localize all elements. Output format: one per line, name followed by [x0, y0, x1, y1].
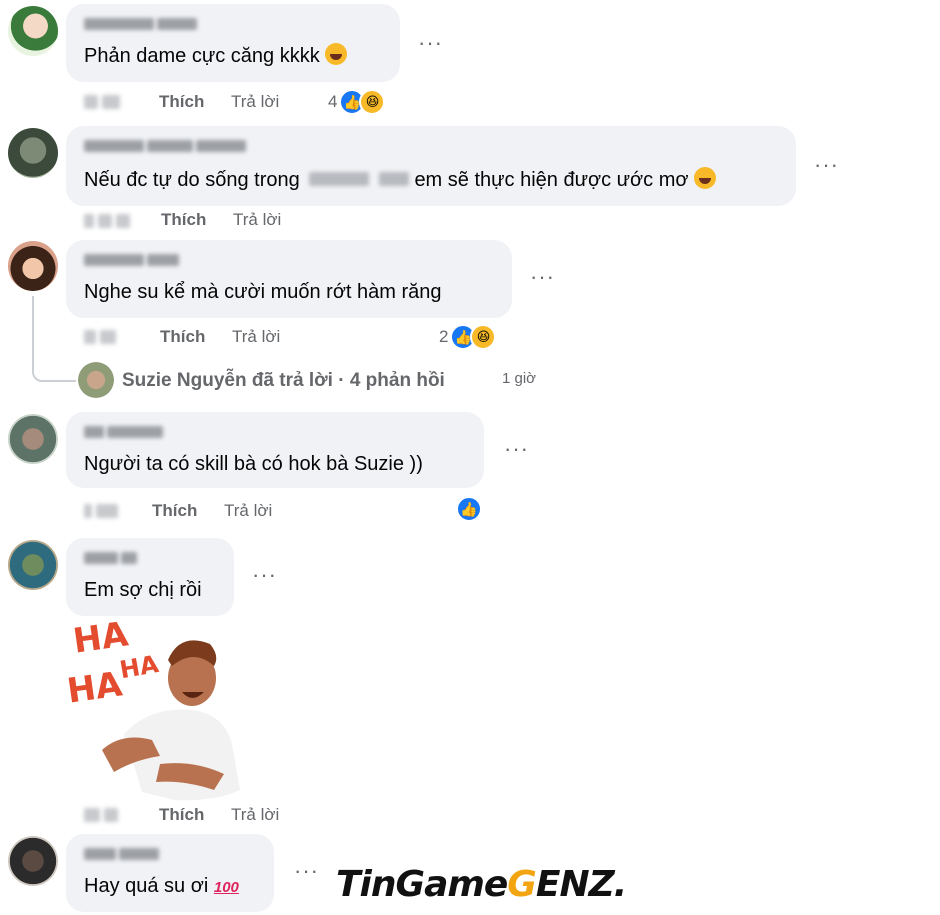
timestamp-blurred[interactable]	[84, 214, 130, 228]
haha-reaction-icon: 😆	[359, 89, 386, 115]
more-options-button[interactable]: ···	[814, 154, 839, 176]
comment-text: Phản dame cực căng kkkk	[84, 45, 320, 67]
commenter-avatar[interactable]	[8, 414, 58, 464]
comment-text-row: Nếu đc tự do sống trong em sẽ thực hiện …	[84, 166, 717, 194]
haha-reaction-icon: 😆	[470, 324, 497, 350]
reaction-summary[interactable]: 👍	[456, 496, 482, 522]
reaction-summary[interactable]: 4 👍 😆	[328, 89, 386, 115]
reply-button[interactable]: Trả lời	[231, 92, 279, 112]
comment-text: Hay quá su ơi	[84, 875, 209, 897]
more-options-button[interactable]: ···	[418, 32, 443, 54]
comment-text-row: Hay quá su ơi 100	[84, 872, 239, 902]
like-button[interactable]: Thích	[152, 501, 197, 521]
commenter-name-blurred[interactable]	[84, 846, 159, 862]
comment-text: Nếu đc tự do sống trong	[84, 169, 300, 191]
like-button[interactable]: Thích	[160, 327, 205, 347]
commenter-name-blurred[interactable]	[84, 550, 137, 566]
laughing-emoji-icon	[325, 43, 348, 65]
comment-text: Em sợ chị rồi	[84, 579, 202, 601]
like-button[interactable]: Thích	[161, 210, 206, 230]
timestamp-blurred[interactable]	[84, 808, 118, 822]
reply-timestamp: 1 giờ	[502, 370, 537, 387]
commenter-avatar[interactable]	[8, 6, 58, 56]
like-button[interactable]: Thích	[159, 805, 204, 825]
reply-button[interactable]: Trả lời	[231, 805, 279, 825]
sticker-ha-text: HA	[65, 664, 125, 711]
more-options-button[interactable]: ···	[252, 564, 277, 586]
comment-bubble: Phản dame cực căng kkkk	[66, 4, 400, 82]
commenter-avatar[interactable]	[8, 836, 58, 886]
reply-author-avatar[interactable]	[78, 362, 114, 398]
timestamp-blurred[interactable]	[84, 504, 118, 518]
comment-bubble: Nghe su kể mà cười muốn rớt hàm răng	[66, 240, 512, 318]
site-watermark-logo: TinGameGENZ.	[336, 864, 627, 905]
comment-text: Người ta có skill bà có hok bà Suzie ))	[84, 453, 423, 475]
haha-sticker[interactable]: HA HA HA	[64, 614, 254, 804]
redacted-text	[309, 172, 370, 186]
reply-button[interactable]: Trả lời	[232, 327, 280, 347]
commenter-avatar[interactable]	[8, 540, 58, 590]
reaction-count: 2	[439, 327, 449, 346]
comment-bubble: Hay quá su ơi 100	[66, 834, 274, 912]
commenter-name-blurred[interactable]	[84, 424, 163, 440]
comment-bubble: Nếu đc tự do sống trong em sẽ thực hiện …	[66, 126, 796, 206]
comment-text-row: Phản dame cực căng kkkk	[84, 42, 348, 70]
reaction-summary[interactable]: 2 👍 😆	[439, 324, 497, 350]
comment-bubble: Em sợ chị rồi	[66, 538, 234, 616]
more-options-button[interactable]: ···	[530, 266, 555, 288]
commenter-avatar[interactable]	[8, 128, 58, 178]
commenter-name-blurred[interactable]	[84, 138, 246, 154]
sticker-ha-text: HA	[71, 614, 131, 661]
hundred-points-emoji-icon: 100	[213, 879, 239, 896]
laughing-emoji-icon	[694, 167, 717, 189]
like-reaction-icon: 👍	[456, 496, 482, 522]
commenter-name-blurred[interactable]	[84, 252, 179, 268]
more-options-button[interactable]: ···	[294, 860, 319, 882]
timestamp-blurred[interactable]	[84, 330, 116, 344]
timestamp-blurred[interactable]	[84, 95, 120, 109]
reply-button[interactable]: Trả lời	[224, 501, 272, 521]
like-button[interactable]: Thích	[159, 92, 204, 112]
commenter-avatar[interactable]	[8, 241, 58, 291]
comment-text: em sẽ thực hiện được ước mơ	[414, 169, 689, 191]
reply-button[interactable]: Trả lời	[233, 210, 281, 230]
view-replies-link[interactable]: Suzie Nguyễn đã trả lời · 4 phản hồi	[122, 370, 445, 392]
comment-bubble: Người ta có skill bà có hok bà Suzie ))	[66, 412, 484, 488]
sticker-ha-text: HA	[118, 650, 161, 684]
redacted-text	[378, 172, 409, 186]
more-options-button[interactable]: ···	[504, 438, 529, 460]
thread-connector	[32, 296, 76, 382]
comment-text: Nghe su kể mà cười muốn rớt hàm răng	[84, 281, 442, 303]
commenter-name-blurred[interactable]	[84, 16, 197, 32]
reaction-count: 4	[328, 92, 338, 111]
